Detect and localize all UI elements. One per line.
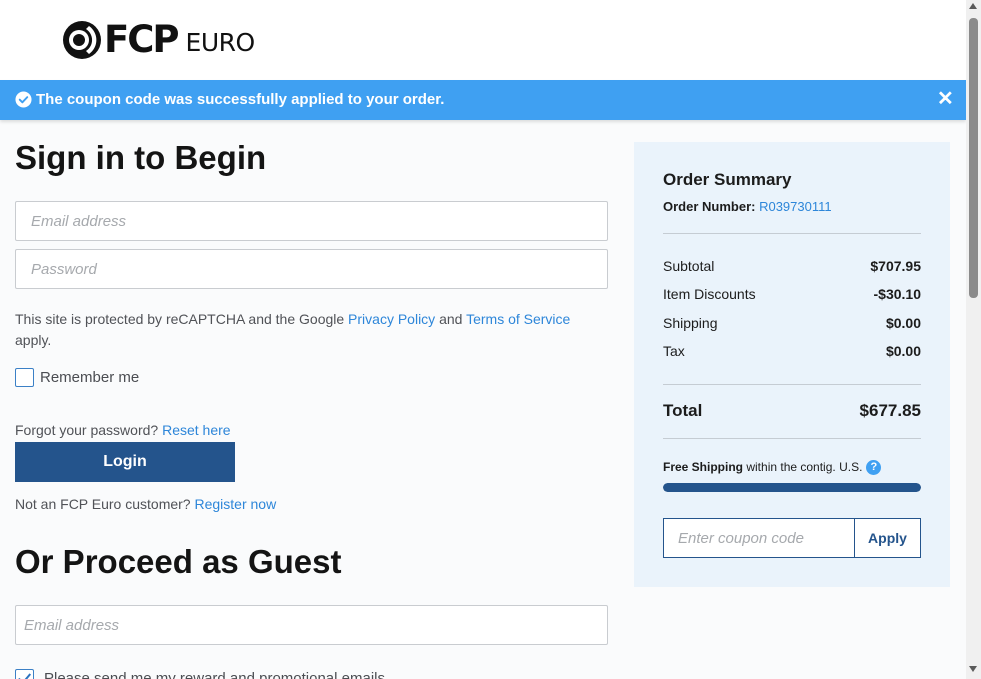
register-row: Not an FCP Euro customer? Register now xyxy=(15,494,276,515)
recaptcha-prefix: This site is protected by reCAPTCHA and … xyxy=(15,311,349,327)
close-icon[interactable]: ✕ xyxy=(937,89,954,109)
order-number-value: R039730111 xyxy=(759,199,832,214)
signin-title: Sign in to Begin xyxy=(15,139,267,176)
forgot-password-row: Forgot your password? Reset here xyxy=(15,420,231,441)
recaptcha-suffix: apply. xyxy=(15,332,52,348)
recaptcha-and: and xyxy=(435,311,467,327)
summary-row-value: -$30.10 xyxy=(873,286,921,302)
order-number-label: Order Number: xyxy=(663,199,760,214)
guest-email-input[interactable] xyxy=(15,605,608,645)
summary-row-label: Item Discounts xyxy=(663,286,756,302)
remember-me-checkbox[interactable] xyxy=(15,368,34,387)
question-circle-icon[interactable]: ? xyxy=(866,460,882,475)
summary-row-value: $707.95 xyxy=(870,258,921,274)
scrollbar-thumb[interactable] xyxy=(969,18,978,298)
banner-message: The coupon code was successfully applied… xyxy=(36,91,445,108)
order-number-row: Order Number: R039730111 xyxy=(663,199,832,214)
logo-text-fcp: FCP xyxy=(104,18,180,61)
register-link[interactable]: Register now xyxy=(194,496,276,512)
coupon-success-banner: The coupon code was successfully applied… xyxy=(0,80,966,120)
free-shipping-bold: Free Shipping xyxy=(663,460,744,474)
guest-title: Or Proceed as Guest xyxy=(15,543,342,580)
summary-row-value: $0.00 xyxy=(885,315,921,331)
scroll-down-arrow-icon[interactable] xyxy=(969,666,977,672)
remember-me-label: Remember me xyxy=(40,369,140,386)
free-shipping-note: Free Shipping within the contig. U.S.? xyxy=(663,460,882,475)
signin-password-input[interactable] xyxy=(15,249,608,289)
summary-divider xyxy=(663,233,921,234)
logo-text-euro: EURO xyxy=(185,28,256,57)
check-circle-icon xyxy=(15,91,32,108)
summary-divider xyxy=(663,384,921,385)
total-label: Total xyxy=(663,401,703,420)
summary-row-label: Shipping xyxy=(663,315,718,331)
scroll-up-arrow-icon[interactable] xyxy=(969,3,977,9)
recaptcha-notice: This site is protected by reCAPTCHA and … xyxy=(15,309,608,351)
login-button[interactable]: Login xyxy=(15,442,235,482)
free-shipping-text: within the contig. U.S. xyxy=(743,460,863,474)
page-scrollbar[interactable] xyxy=(966,0,981,679)
coupon-code-input[interactable] xyxy=(663,518,855,558)
fcp-logo-mark-icon xyxy=(63,21,101,59)
apply-coupon-button[interactable]: Apply xyxy=(854,518,921,558)
signin-email-input[interactable] xyxy=(15,201,608,241)
summary-row-value: $0.00 xyxy=(885,343,921,359)
promo-emails-checkbox[interactable] xyxy=(15,669,34,679)
summary-divider xyxy=(663,438,921,439)
privacy-policy-link[interactable]: Privacy Policy xyxy=(348,311,435,327)
order-summary-title: Order Summary xyxy=(663,170,792,189)
total-value: $677.85 xyxy=(859,401,921,420)
fcp-euro-logo[interactable]: FCP EURO xyxy=(62,20,255,60)
order-summary-panel: Order Summary Order Number: R039730111 S… xyxy=(634,142,950,587)
free-shipping-progress-bar xyxy=(663,483,921,492)
summary-row-label: Subtotal xyxy=(663,258,715,274)
site-header: FCP EURO xyxy=(0,0,966,80)
forgot-password-text: Forgot your password? xyxy=(15,422,163,438)
reset-password-link[interactable]: Reset here xyxy=(162,422,230,438)
summary-row-label: Tax xyxy=(663,343,685,359)
register-text: Not an FCP Euro customer? xyxy=(15,496,195,512)
promo-emails-label: Please send me my reward and promotional… xyxy=(44,670,385,679)
free-shipping-progress-fill xyxy=(663,483,921,492)
terms-of-service-link[interactable]: Terms of Service xyxy=(466,311,570,327)
